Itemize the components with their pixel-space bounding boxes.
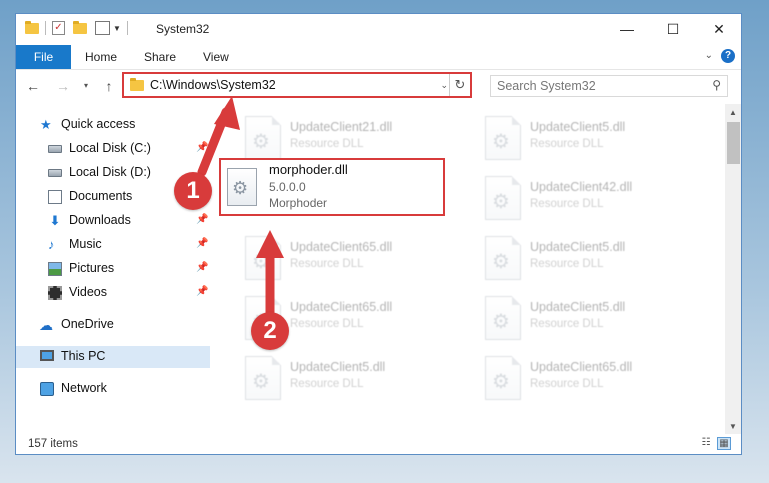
annotation-arrows <box>197 96 284 317</box>
step-2-badge: 2 <box>251 312 289 350</box>
step-1-badge: 1 <box>174 172 212 210</box>
arrow-to-address-bar <box>197 96 240 177</box>
arrow-to-highlighted-file <box>256 230 284 317</box>
